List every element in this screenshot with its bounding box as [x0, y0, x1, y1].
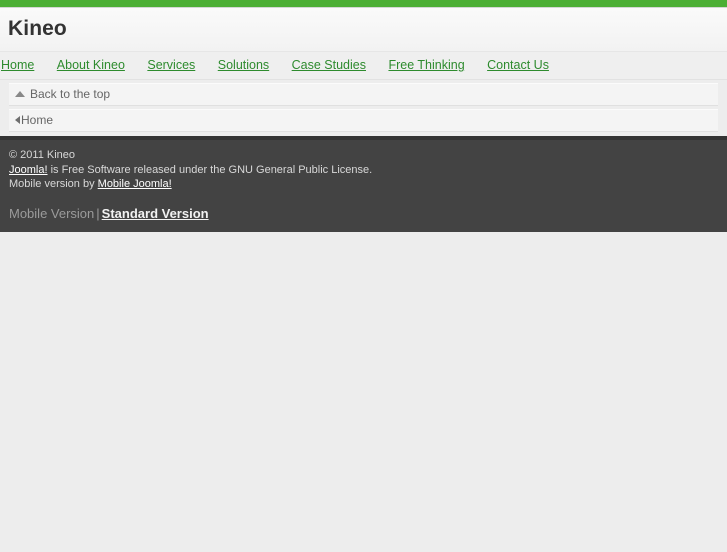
version-separator: |: [96, 205, 100, 221]
nav-link-case-studies[interactable]: Case Studies: [283, 52, 375, 79]
triangle-left-icon: [15, 115, 20, 124]
nav-item-free-thinking: Free Thinking: [379, 52, 473, 79]
footer-mobile-by-line: Mobile version by Mobile Joomla!: [9, 177, 727, 192]
site-header: Kineo: [0, 8, 727, 51]
nav-link-home[interactable]: Home: [0, 52, 43, 79]
site-footer: © 2011 Kineo Joomla! is Free Software re…: [0, 136, 727, 232]
nav-link-services[interactable]: Services: [138, 52, 204, 79]
nav-item-solutions: Solutions: [209, 52, 278, 79]
back-to-top-label: Back to the top: [30, 87, 111, 101]
breadcrumb-home-link[interactable]: Home: [9, 110, 718, 131]
nav-link-about-kineo[interactable]: About Kineo: [48, 52, 134, 79]
mobile-version-label: Mobile Version: [9, 205, 95, 221]
version-switcher: Mobile Version | Standard Version: [9, 206, 727, 222]
back-to-top-panel[interactable]: Back to the top: [9, 83, 718, 106]
footer-license-text: is Free Software released under the GNU …: [47, 163, 373, 176]
nav-item-contact-us: Contact Us: [478, 52, 558, 79]
nav-link-solutions[interactable]: Solutions: [209, 52, 278, 79]
main-navigation-list: Home About Kineo Services Solutions Case…: [0, 52, 727, 79]
main-navigation: Home About Kineo Services Solutions Case…: [0, 51, 727, 80]
breadcrumb-panel[interactable]: Home: [9, 109, 718, 132]
footer-copyright: © 2011 Kineo: [9, 149, 76, 161]
nav-item-case-studies: Case Studies: [283, 52, 375, 79]
joomla-link[interactable]: Joomla!: [9, 164, 48, 176]
breadcrumb-home-label: Home: [21, 113, 54, 127]
site-title: Kineo: [8, 17, 67, 40]
mobile-joomla-link[interactable]: Mobile Joomla!: [98, 178, 172, 190]
nav-link-contact-us[interactable]: Contact Us: [478, 52, 558, 79]
back-to-top-link[interactable]: Back to the top: [9, 84, 718, 105]
footer-mobile-by-prefix: Mobile version by: [9, 178, 98, 190]
page-background-below-fold: [0, 231, 727, 552]
utility-panels: Back to the top Home: [0, 80, 727, 132]
standard-version-link[interactable]: Standard Version: [102, 206, 209, 221]
page-root: Kineo Home About Kineo Services Solution…: [0, 0, 727, 552]
nav-item-about-kineo: About Kineo: [48, 52, 134, 79]
top-accent-bar: [0, 0, 727, 8]
triangle-up-icon: [15, 90, 25, 97]
footer-license-line: Joomla! is Free Software released under …: [9, 163, 727, 178]
footer-legal-block: © 2011 Kineo Joomla! is Free Software re…: [9, 148, 727, 192]
nav-item-home: Home: [0, 52, 43, 79]
nav-item-services: Services: [138, 52, 204, 79]
nav-link-free-thinking[interactable]: Free Thinking: [379, 52, 473, 79]
